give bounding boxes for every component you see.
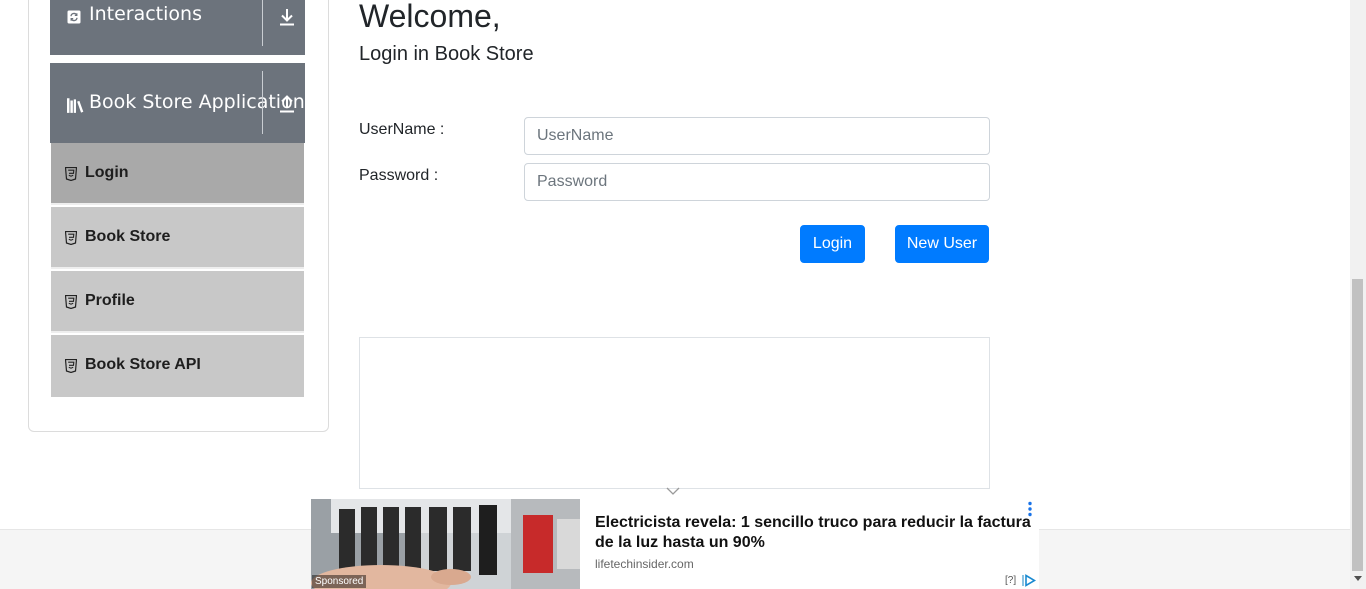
more-options-icon[interactable] xyxy=(1027,501,1033,517)
username-label: UserName : xyxy=(359,121,445,138)
scroll-down-arrow-icon[interactable] xyxy=(1354,576,1362,582)
divider xyxy=(262,0,263,46)
sidebar-group-label: Book Store Application xyxy=(89,91,305,113)
ad-headline[interactable]: Electricista revela: 1 sencillo truco pa… xyxy=(595,513,1035,553)
sidebar-item-label: Profile xyxy=(85,292,135,309)
html5-icon xyxy=(65,295,77,309)
page-subtitle: Login in Book Store xyxy=(359,43,534,65)
download-arrow-icon[interactable] xyxy=(276,6,298,28)
username-input[interactable] xyxy=(524,117,990,155)
password-label: Password : xyxy=(359,167,439,184)
books-icon xyxy=(67,98,84,113)
chevron-down-icon[interactable] xyxy=(666,487,680,496)
sidebar-item-book-store[interactable]: Book Store xyxy=(51,207,304,269)
refresh-icon xyxy=(67,10,81,24)
login-button[interactable]: Login xyxy=(800,225,865,263)
ad-domain[interactable]: lifetechinsider.com xyxy=(595,557,694,571)
sidebar-item-login[interactable]: Login xyxy=(51,143,304,205)
html5-icon xyxy=(65,231,77,245)
html5-icon xyxy=(65,359,77,373)
password-input[interactable] xyxy=(524,163,990,201)
ad-help-link[interactable]: [?] xyxy=(1005,575,1016,586)
sidebar-item-book-store-api[interactable]: Book Store API xyxy=(51,335,304,397)
sidebar-item-label: Book Store xyxy=(85,228,171,245)
upload-arrow-icon[interactable] xyxy=(276,93,298,115)
scrollbar-thumb[interactable] xyxy=(1352,279,1363,571)
page-title: Welcome, xyxy=(359,0,501,34)
sidebar-group-label: Interactions xyxy=(89,3,202,25)
output-box xyxy=(359,337,990,489)
sidebar-item-label: Login xyxy=(85,164,129,181)
sidebar-group-interactions[interactable]: Interactions xyxy=(50,0,305,55)
sidebar-item-label: Book Store API xyxy=(85,356,201,373)
advertisement-banner[interactable]: Sponsored Electricista revela: 1 sencill… xyxy=(311,499,1039,589)
new-user-button[interactable]: New User xyxy=(895,225,989,263)
sidebar-group-book-store-application[interactable]: Book Store Application xyxy=(50,63,305,143)
sidebar-item-profile[interactable]: Profile xyxy=(51,271,304,333)
adchoices-icon[interactable] xyxy=(1022,574,1036,587)
divider xyxy=(262,71,263,134)
html5-icon xyxy=(65,167,77,181)
ad-sponsored-label: Sponsored xyxy=(312,575,367,588)
